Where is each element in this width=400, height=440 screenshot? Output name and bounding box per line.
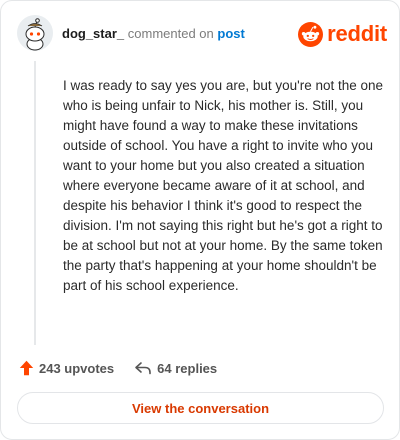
reddit-logo-icon <box>298 21 324 47</box>
reddit-wordmark: reddit <box>327 21 387 46</box>
commented-on-label: commented on <box>127 26 214 41</box>
snoo-avatar-icon <box>17 15 53 51</box>
byline: dog_star_ commented on post <box>62 26 245 41</box>
comment-header: dog_star_ commented on post reddit <box>17 15 387 51</box>
upvote-arrow-icon <box>19 360 34 376</box>
post-link[interactable]: post <box>217 26 244 41</box>
reply-count: 64 replies <box>157 360 218 376</box>
upvote-count: 243 upvotes <box>39 360 115 376</box>
reddit-brand[interactable]: reddit <box>298 20 387 48</box>
upvote-button[interactable]: 243 upvotes <box>19 360 114 376</box>
view-conversation-button[interactable]: View the conversation <box>17 392 384 424</box>
replies-button[interactable]: 64 replies <box>134 361 217 376</box>
comment-body: I was ready to say yes you are, but you'… <box>63 78 384 293</box>
reply-arrow-icon <box>135 362 151 375</box>
comment-card: dog_star_ commented on post reddit I was… <box>0 0 400 440</box>
comment-actions: 243 upvotes 64 replies <box>19 358 217 378</box>
avatar[interactable] <box>17 15 53 51</box>
thread-line <box>34 61 36 345</box>
username-link[interactable]: dog_star_ <box>62 26 124 41</box>
